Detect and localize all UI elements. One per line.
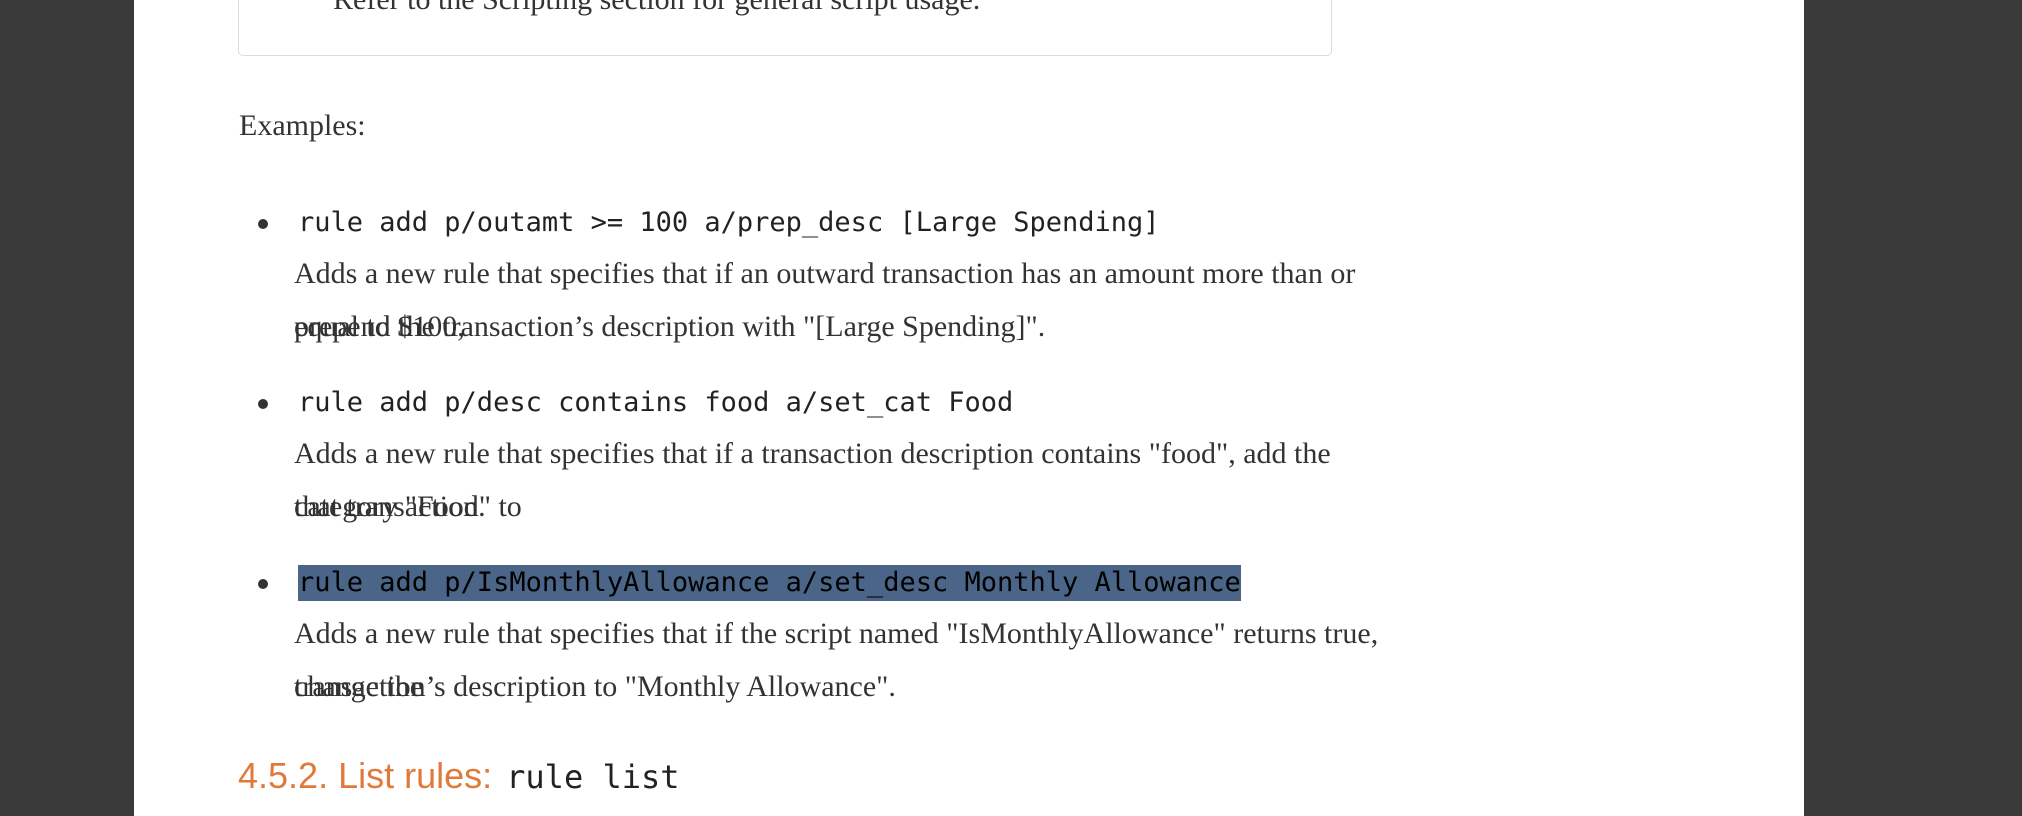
note-box: Refer to the Scripting section for gener… (238, 0, 1332, 56)
example-command: rule add p/desc contains food a/set_cat … (298, 387, 1014, 418)
document-page: Refer to the Scripting section for gener… (134, 0, 1804, 816)
example-description-line: that transaction. (294, 490, 486, 523)
note-text: Refer to the Scripting section for gener… (333, 0, 980, 17)
section-command: rule list (506, 758, 680, 796)
examples-label: Examples: (239, 109, 366, 142)
example-command: rule add p/outamt >= 100 a/prep_desc [La… (298, 207, 1160, 238)
bullet-icon (258, 399, 268, 409)
bullet-icon (258, 579, 268, 589)
example-description-line: prepend the transaction’s description wi… (294, 310, 1046, 343)
example-description-line: transaction’s description to "Monthly Al… (294, 670, 896, 703)
bullet-icon (258, 219, 268, 229)
section-title: 4.5.2. List rules: (238, 755, 493, 796)
section-heading: 4.5.2. List rules: rule list (238, 755, 680, 797)
example-command-selected[interactable]: rule add p/IsMonthlyAllowance a/set_desc… (298, 565, 1241, 601)
